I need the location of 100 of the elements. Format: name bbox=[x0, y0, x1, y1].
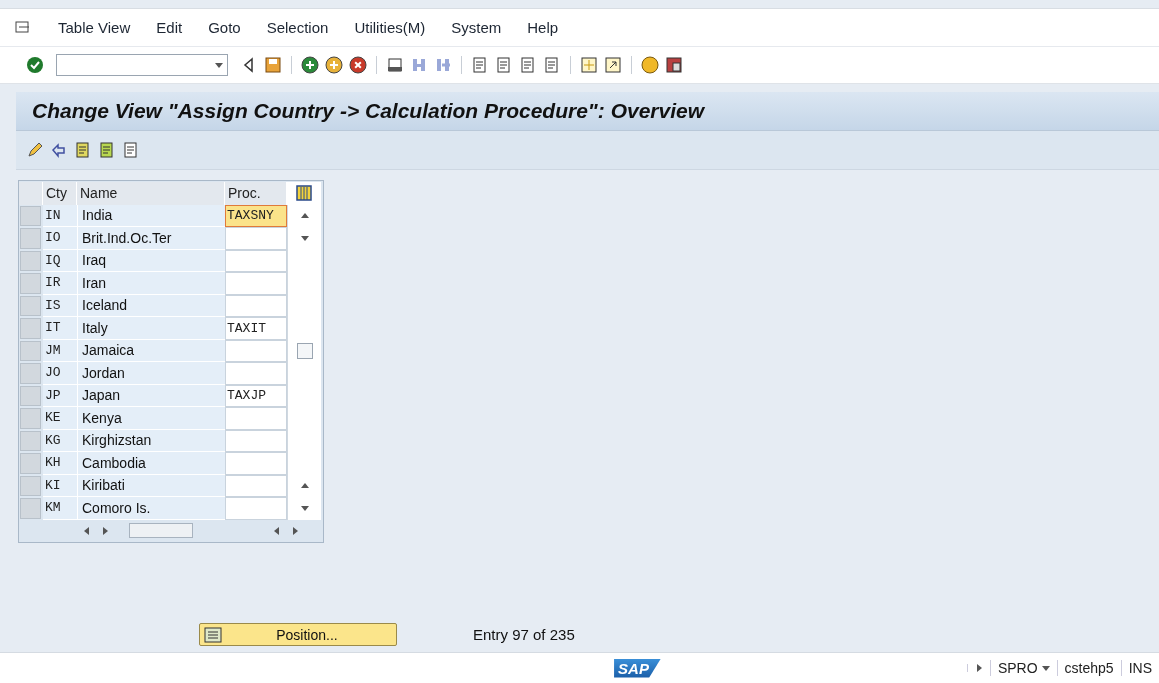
pencil-icon[interactable] bbox=[26, 141, 44, 159]
table-cell: IQ bbox=[43, 249, 77, 272]
input-field[interactable] bbox=[225, 452, 287, 475]
menu-item[interactable]: System bbox=[451, 19, 502, 36]
first-page-icon[interactable] bbox=[471, 56, 489, 74]
menu-item[interactable]: Utilities(M) bbox=[354, 19, 426, 36]
table-cell: Jamaica bbox=[77, 339, 225, 362]
column-header[interactable]: Cty bbox=[43, 182, 77, 205]
input-field[interactable] bbox=[225, 497, 287, 520]
position-button[interactable]: Position... bbox=[199, 623, 397, 646]
scrollbar-thumb[interactable] bbox=[296, 342, 313, 359]
table-cell: Kiribati bbox=[77, 474, 225, 497]
sap-logo: SAP bbox=[614, 658, 661, 678]
table-cell: Iceland bbox=[77, 294, 225, 317]
back-icon[interactable] bbox=[301, 56, 319, 74]
input-field[interactable]: TAXJP bbox=[225, 384, 287, 407]
scrollbar-thumb[interactable] bbox=[129, 523, 193, 539]
last-page-icon[interactable] bbox=[543, 56, 561, 74]
undo-icon[interactable] bbox=[50, 141, 68, 159]
scroll-down-icon[interactable] bbox=[300, 504, 309, 513]
input-field[interactable] bbox=[225, 474, 287, 497]
row-selector[interactable] bbox=[20, 475, 41, 496]
input-field[interactable] bbox=[225, 294, 287, 317]
input-field[interactable] bbox=[225, 272, 287, 295]
command-field[interactable] bbox=[56, 54, 228, 76]
scroll-right-icon[interactable] bbox=[291, 526, 299, 535]
row-selector[interactable] bbox=[20, 205, 41, 226]
input-field[interactable] bbox=[225, 407, 287, 430]
table-cell: IT bbox=[43, 317, 77, 340]
row-selector[interactable] bbox=[20, 250, 41, 271]
scroll-left-icon[interactable] bbox=[83, 526, 91, 535]
input-mode: INS bbox=[1120, 660, 1159, 676]
table-cell: India bbox=[77, 204, 225, 227]
input-field[interactable] bbox=[225, 339, 287, 362]
menu-item[interactable]: Table View bbox=[58, 19, 131, 36]
table-cell: Italy bbox=[77, 317, 225, 340]
scroll-down-icon[interactable] bbox=[300, 234, 309, 243]
new-session-icon[interactable] bbox=[580, 56, 598, 74]
table-cell: IR bbox=[43, 272, 77, 295]
dropdown-icon[interactable] bbox=[215, 61, 223, 69]
table-cell: KH bbox=[43, 452, 77, 475]
table-cell: Japan bbox=[77, 384, 225, 407]
screen-title: Change View "Assign Country -> Calculation Procedure": Overview bbox=[32, 99, 705, 123]
expand-icon[interactable] bbox=[974, 664, 983, 672]
row-selector[interactable] bbox=[20, 385, 41, 406]
column-header[interactable]: Name bbox=[77, 182, 225, 205]
scroll-up-icon[interactable] bbox=[300, 211, 309, 220]
table-cell: Kenya bbox=[77, 407, 225, 430]
menu-item[interactable]: Edit bbox=[156, 19, 183, 36]
menu-item[interactable]: Help bbox=[527, 19, 559, 36]
print-icon[interactable] bbox=[386, 56, 404, 74]
next-page-icon[interactable] bbox=[519, 56, 537, 74]
menu-item[interactable]: Selection bbox=[266, 19, 329, 36]
row-selector[interactable] bbox=[20, 340, 41, 361]
table-settings-icon[interactable] bbox=[295, 184, 313, 203]
table-cell: KG bbox=[43, 429, 77, 452]
layout-icon[interactable] bbox=[665, 56, 683, 74]
position-icon bbox=[204, 626, 222, 643]
menu-item[interactable]: Goto bbox=[208, 19, 241, 36]
row-selector[interactable] bbox=[20, 295, 41, 316]
table-cell: JM bbox=[43, 339, 77, 362]
table-cell: IS bbox=[43, 294, 77, 317]
exit-icon[interactable] bbox=[325, 56, 343, 74]
input-field[interactable]: TAXSNY bbox=[225, 204, 287, 227]
input-field[interactable]: TAXIT bbox=[225, 317, 287, 340]
input-field[interactable] bbox=[225, 227, 287, 250]
document-icon[interactable] bbox=[74, 141, 92, 159]
input-field[interactable] bbox=[225, 429, 287, 452]
server-name: cstehp5 bbox=[1056, 660, 1121, 676]
save-icon[interactable] bbox=[264, 56, 282, 74]
check-icon[interactable] bbox=[26, 56, 44, 74]
scroll-left-icon[interactable] bbox=[273, 526, 281, 535]
table-cell: KM bbox=[43, 497, 77, 520]
dropdown-icon[interactable] bbox=[1041, 664, 1050, 672]
document-icon[interactable] bbox=[98, 141, 116, 159]
find-icon[interactable] bbox=[410, 56, 428, 74]
find-next-icon[interactable] bbox=[434, 56, 452, 74]
table-cell: IO bbox=[43, 227, 77, 250]
table-cell: Kirghizstan bbox=[77, 429, 225, 452]
transaction-code[interactable]: SPRO bbox=[989, 660, 1057, 676]
table-cell: KE bbox=[43, 407, 77, 430]
row-selector[interactable] bbox=[20, 430, 41, 451]
vertical-scrollbar[interactable] bbox=[287, 204, 321, 520]
table-cell: Brit.Ind.Oc.Ter bbox=[77, 227, 225, 250]
document-icon[interactable] bbox=[122, 141, 140, 159]
table-cell: JP bbox=[43, 384, 77, 407]
table-cell: Jordan bbox=[77, 362, 225, 385]
previous-page-icon[interactable] bbox=[495, 56, 513, 74]
table-cell: JO bbox=[43, 362, 77, 385]
entry-counter: Entry 97 of 235 bbox=[473, 626, 575, 643]
table-cell: Cambodia bbox=[77, 452, 225, 475]
scroll-up-icon[interactable] bbox=[300, 481, 309, 490]
cancel-icon[interactable] bbox=[349, 56, 367, 74]
shortcut-icon[interactable] bbox=[604, 56, 622, 74]
column-header[interactable]: Proc. bbox=[225, 182, 287, 205]
input-field[interactable] bbox=[225, 249, 287, 272]
corner-cell[interactable] bbox=[19, 182, 43, 205]
input-field[interactable] bbox=[225, 362, 287, 385]
table-cell: Iran bbox=[77, 272, 225, 295]
scroll-right-icon[interactable] bbox=[101, 526, 109, 535]
